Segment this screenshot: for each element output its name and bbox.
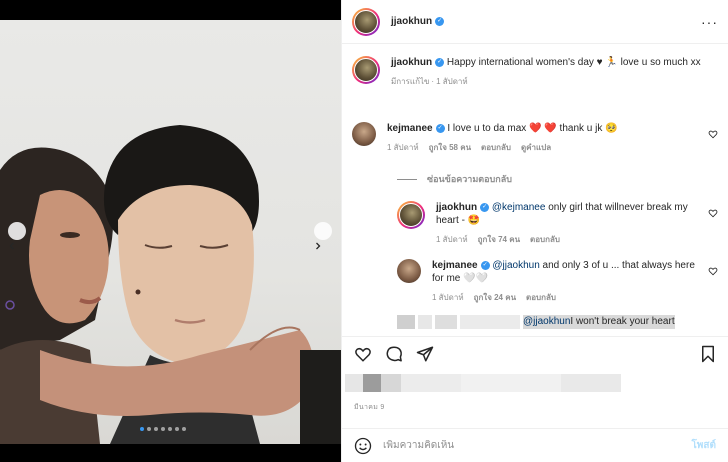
- hide-replies-toggle[interactable]: ซ่อนข้อความตอบกลับ: [397, 172, 512, 186]
- caption-row: jjaokhun ✓ Happy international women's da…: [352, 56, 718, 88]
- reply-avatar[interactable]: [397, 201, 425, 229]
- caption-edited: มีการแก้ไข: [391, 77, 430, 86]
- emoji-icon[interactable]: [354, 437, 372, 455]
- reply-row: kejmanee ✓ @jjaokhun and only 3 of u ... …: [397, 259, 718, 304]
- reply-row: jjaokhun ✓ @kejmanee only girl that willn…: [397, 201, 718, 246]
- carousel-indicator: [140, 427, 186, 431]
- comment-input[interactable]: [383, 440, 692, 451]
- like-heart-icon[interactable]: [354, 345, 372, 363]
- carousel-dot: [168, 427, 172, 431]
- reply-time[interactable]: 1 สัปดาห์: [432, 291, 464, 304]
- reply-text: I won't break your heart: [570, 315, 675, 329]
- like-reply-heart-icon[interactable]: [708, 208, 718, 218]
- more-options-icon[interactable]: ···: [701, 14, 718, 30]
- hide-replies-label: ซ่อนข้อความตอบกลับ: [427, 174, 512, 184]
- comment-row: kejmanee ✓ I love u to da max ❤️ ❤️ thank…: [352, 122, 718, 154]
- photo-illustration: [0, 125, 341, 444]
- carousel-dot: [154, 427, 158, 431]
- chevron-left-icon: [9, 242, 14, 250]
- verified-badge-icon: ✓: [435, 17, 445, 26]
- post-photo[interactable]: [0, 0, 341, 462]
- chevron-right-icon: [316, 242, 321, 250]
- verified-badge-icon: ✓: [435, 57, 445, 67]
- reply-likes[interactable]: ถูกใจ 74 คน: [478, 233, 520, 246]
- caption-avatar[interactable]: [352, 56, 380, 84]
- reply-username[interactable]: jjaokhun: [436, 202, 477, 213]
- carousel-dot: [147, 427, 151, 431]
- comment-likes[interactable]: ถูกใจ 58 คน: [429, 141, 471, 154]
- post-date[interactable]: มีนาคม 9: [354, 402, 385, 413]
- reply-mention[interactable]: @jjaokhun: [523, 315, 571, 329]
- blurred-avatar: [397, 315, 415, 329]
- comment-username[interactable]: kejmanee: [387, 123, 433, 134]
- reply-mention[interactable]: @jjaokhun: [492, 260, 539, 271]
- likes-summary-obscured: [345, 374, 621, 392]
- share-paper-plane-icon[interactable]: [416, 345, 434, 363]
- author-username[interactable]: jjaokhun: [391, 16, 432, 27]
- reply-time[interactable]: 1 สัปดาห์: [436, 233, 468, 246]
- verified-badge-icon: ✓: [435, 123, 445, 133]
- divider: [342, 336, 728, 337]
- verified-badge-icon: ✓: [480, 260, 490, 270]
- carousel-dot: [161, 427, 165, 431]
- reply-avatar[interactable]: [397, 259, 421, 283]
- add-comment-bar: โพสต์: [342, 428, 728, 462]
- comment-bubble-icon[interactable]: [385, 345, 403, 363]
- carousel-dot: [140, 427, 144, 431]
- reply-reply-button[interactable]: ตอบกลับ: [526, 291, 556, 304]
- caption-text: Happy international women's day ♥ 🏃 love…: [446, 57, 701, 68]
- comment-time[interactable]: 1 สัปดาห์: [387, 141, 419, 154]
- verified-badge-icon: ✓: [480, 202, 490, 212]
- obscured-reply-row: @jjaokhun I won't break your heart: [397, 315, 675, 329]
- reply-username[interactable]: kejmanee: [432, 260, 478, 271]
- comment-reply-button[interactable]: ตอบกลับ: [481, 141, 511, 154]
- carousel-dot: [182, 427, 186, 431]
- save-bookmark-icon[interactable]: [700, 345, 716, 363]
- like-reply-heart-icon[interactable]: [708, 266, 718, 276]
- reply-mention[interactable]: @kejmanee: [492, 202, 546, 213]
- author-avatar[interactable]: [352, 7, 380, 36]
- carousel-prev-button[interactable]: [8, 222, 26, 250]
- post-actions: [354, 342, 716, 366]
- comments-list: jjaokhun ✓ Happy international women's da…: [342, 44, 728, 336]
- reply-reply-button[interactable]: ตอบกลับ: [530, 233, 560, 246]
- post-header: jjaokhun ✓ ···: [342, 0, 728, 44]
- post-side-panel: jjaokhun ✓ ··· jjaokhun ✓ Happy internati…: [341, 0, 728, 462]
- comment-text: I love u to da max ❤️ ❤️ thank u jk 🥺: [447, 123, 618, 134]
- caption-username[interactable]: jjaokhun: [391, 57, 432, 68]
- caption-time[interactable]: 1 สัปดาห์: [436, 75, 468, 88]
- comment-translate-button[interactable]: ดูคำแปล: [521, 141, 551, 154]
- reply-likes[interactable]: ถูกใจ 24 คน: [474, 291, 516, 304]
- commenter-avatar[interactable]: [352, 122, 376, 146]
- post-comment-button[interactable]: โพสต์: [691, 438, 716, 453]
- carousel-dot: [175, 427, 179, 431]
- carousel-next-button[interactable]: [314, 222, 332, 250]
- like-comment-heart-icon[interactable]: [708, 129, 718, 139]
